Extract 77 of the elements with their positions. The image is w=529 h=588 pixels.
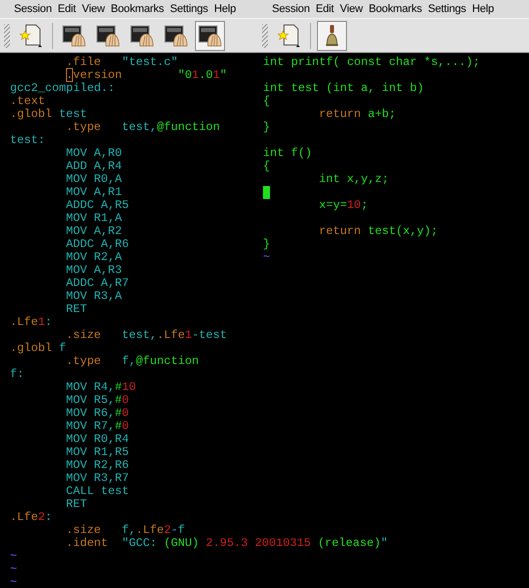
menu-item[interactable]: Edit [54,3,79,15]
code-line: } [263,237,270,251]
code-line: .version "01.01" [66,68,227,82]
code-line: .globl f [10,341,66,355]
code-line: { [263,94,270,108]
code-line: int printf( const char *s,...); [263,55,480,69]
code-line: ADD A,R4 [66,159,122,173]
code-line: int test (int a, int b) [263,81,424,95]
code-line: MOV R4,#10 [66,380,136,394]
code-line: .type f,@function [66,354,199,368]
page-star-icon [18,22,44,48]
menu-item[interactable]: Edit [312,3,337,15]
menu-item[interactable]: View [78,3,108,15]
code-line: MOV R5,#0 [66,393,129,407]
code-line: MOV R0,R4 [66,432,129,446]
bell-icon [323,24,341,48]
terminal-shell-icon [164,24,188,46]
menu-item[interactable]: Bookmarks [108,3,167,15]
code-line: return test(x,y); [318,224,438,238]
page-star-icon [276,22,302,48]
code-line: ADDC A,R5 [66,198,129,212]
code-line: ADDC A,R6 [66,237,129,251]
code-line: MOV R3,R7 [66,471,129,485]
code-line: MOV R7,#0 [66,419,129,433]
menu-item[interactable]: Bookmarks [366,3,425,15]
code-line: MOV A,R3 [66,263,122,277]
code-line: ADDC A,R7 [66,276,129,290]
code-line: .ident "GCC: (GNU) 2.95.3 20010315 (release)" [66,536,388,550]
code-line: f: [10,367,24,381]
code-line: MOV A,R0 [66,146,122,160]
session-tab[interactable] [195,20,225,50]
terminal-shell-icon [96,24,120,46]
code-line: ~ [10,549,17,563]
code-line: .size f,.Lfe2-f [66,523,185,537]
code-line: gcc2_compiled.: [10,81,115,95]
code-line: RET [66,302,87,316]
menu-item[interactable]: Help [211,3,239,15]
code-line: ~ [10,575,17,588]
menu-item[interactable]: Settings [166,3,212,15]
code-line: .type test,@function [66,120,220,134]
code-line: .Lfe1: [10,315,52,329]
code-line: MOV R3,A [66,289,122,303]
terminal-shell-icon [62,24,86,46]
code-line: { [263,159,270,173]
code-line: .globl test [10,107,87,121]
code-line: .text [10,94,45,108]
code-line: MOV A,R2 [66,224,122,238]
code-line: RET [66,497,87,511]
code-line: CALL test [66,484,129,498]
code-line: .file "test.c" [66,55,178,69]
code-line: int f() [263,146,312,160]
code-line: MOV R1,A [66,211,122,225]
menu-item[interactable]: View [336,3,366,15]
code-line: ~ [263,250,270,264]
code-line: MOV R0,A [66,172,122,186]
code-line: } [263,120,270,134]
menu-item[interactable]: Settings [424,3,470,15]
code-line: MOV R6,#0 [66,406,129,420]
menu-item[interactable]: Session [11,3,55,15]
toolbar-grip[interactable] [262,24,268,48]
code-line: ~ [10,562,17,576]
code-line: MOV R1,R5 [66,445,129,459]
toolbar-grip[interactable] [4,24,10,48]
code-line: MOV R2,A [66,250,122,264]
code-line: .Lfe2: [10,510,52,524]
code-line: return a+b; [318,107,396,121]
menu-item[interactable]: Help [469,3,497,15]
terminal-shell-icon [198,24,222,46]
session-tab[interactable] [317,20,347,50]
menu-item[interactable]: Session [269,3,313,15]
code-line: test: [10,133,45,147]
code-line: .size test,.Lfe1-test [66,328,227,342]
code-line: int x,y,z; [318,172,389,186]
terminal-shell-icon [130,24,154,46]
code-line: MOV R2,R6 [66,458,129,472]
code-line: MOV A,R1 [66,185,122,199]
code-line: x=y=10; [318,198,368,212]
